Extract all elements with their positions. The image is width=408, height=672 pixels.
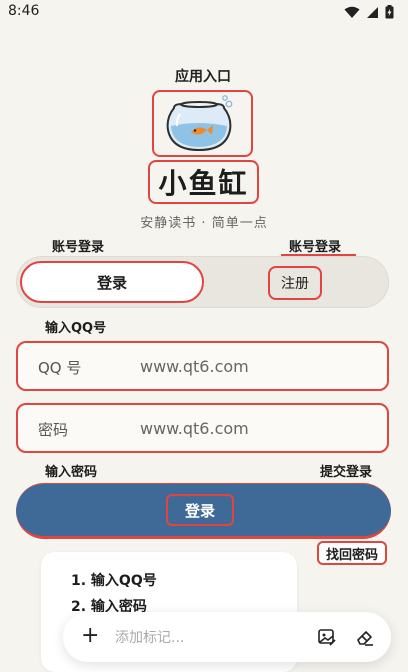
add-icon[interactable]: + xyxy=(81,625,99,647)
fishbowl-icon xyxy=(166,95,233,152)
step-item: 1. 输入QQ号 xyxy=(71,573,157,589)
tab-login[interactable]: 登录 xyxy=(20,261,204,303)
annotation-account-login-right: 账号登录 xyxy=(289,240,342,255)
app-title: 小鱼缸 xyxy=(158,167,249,200)
login-button-label[interactable]: 登录 xyxy=(166,494,234,526)
qq-field-placeholder: www.qt6.com xyxy=(140,357,249,376)
annotation-input-qq: 输入QQ号 xyxy=(45,321,107,336)
status-bar: 8:46 xyxy=(0,0,408,24)
slogan: 安静读书 · 简单一点 xyxy=(140,216,268,231)
annotation-submit-login: 提交登录 xyxy=(320,465,373,480)
password-field[interactable]: 密码 www.qt6.com xyxy=(16,403,389,453)
tab-register[interactable]: 注册 xyxy=(268,266,322,300)
eraser-icon[interactable] xyxy=(355,627,375,647)
password-field-label: 密码 xyxy=(38,421,69,439)
battery-icon xyxy=(385,5,394,19)
entry-caption: 应用入口 xyxy=(175,69,231,85)
forgot-password-link[interactable]: 找回密码 xyxy=(317,541,387,565)
signal-icon xyxy=(367,6,378,18)
annotation-input[interactable]: 添加标记... xyxy=(115,627,184,647)
fishbowl-logo[interactable] xyxy=(152,90,253,157)
image-edit-icon[interactable] xyxy=(317,627,337,647)
qq-number-field[interactable]: QQ 号 www.qt6.com xyxy=(16,341,389,391)
annotation-input-password: 输入密码 xyxy=(45,465,98,480)
annotation-account-login: 账号登录 xyxy=(52,240,105,255)
password-field-placeholder: www.qt6.com xyxy=(140,419,249,438)
app-title-box: 小鱼缸 xyxy=(148,160,259,204)
status-time: 8:46 xyxy=(8,3,40,19)
annotation-toolbar: + 添加标记... xyxy=(63,612,391,662)
system-icons xyxy=(344,5,394,19)
wifi-icon xyxy=(344,6,360,18)
qq-field-label: QQ 号 xyxy=(38,359,82,377)
